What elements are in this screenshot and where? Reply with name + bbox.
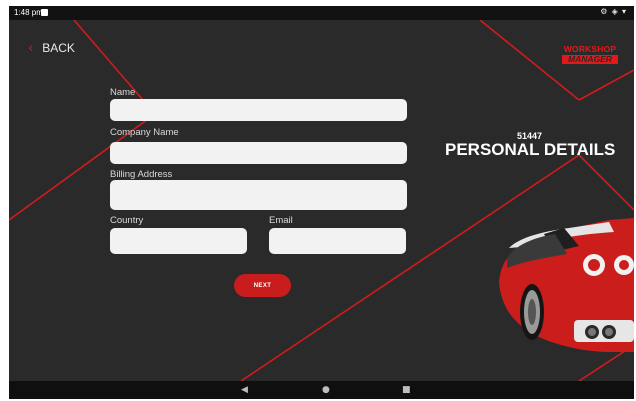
billing-address-label: Billing Address xyxy=(110,169,173,180)
workshop-manager-logo: WORKSHOP MANAGER xyxy=(562,45,618,64)
page-title: PERSONAL DETAILS xyxy=(445,140,616,159)
country-label: Country xyxy=(110,215,144,226)
logo-line-2: MANAGER xyxy=(562,55,618,64)
chevron-left-icon: ‹ xyxy=(28,40,34,56)
system-status-icons: ⚙ ◈ ▾ xyxy=(600,7,627,16)
nav-back-icon[interactable]: ◀ xyxy=(241,384,248,396)
name-label: Name xyxy=(110,87,136,98)
nav-recents-icon[interactable]: ■ xyxy=(402,384,411,396)
email-label: Email xyxy=(269,215,293,226)
system-nav-bar: ◀ ● ■ xyxy=(9,381,634,399)
back-button[interactable]: ‹ BACK xyxy=(28,41,75,55)
country-field[interactable] xyxy=(110,228,247,254)
app-screen: 1:48 pm ⚙ ◈ ▾ ‹ BACK WORKSHOP MANAGER 51… xyxy=(9,6,634,399)
status-bar: 1:48 pm ⚙ ◈ ▾ xyxy=(9,6,634,20)
red-car-image xyxy=(499,218,634,352)
name-field[interactable] xyxy=(110,99,407,121)
logo-line-1: WORKSHOP xyxy=(563,44,617,54)
back-label: BACK xyxy=(42,41,75,55)
nav-home-icon[interactable]: ● xyxy=(322,384,330,396)
status-time: 1:48 pm xyxy=(14,8,43,17)
next-button[interactable]: NEXT xyxy=(234,274,291,297)
notification-icon xyxy=(41,9,48,16)
company-name-field[interactable] xyxy=(110,142,407,164)
billing-address-field[interactable] xyxy=(110,180,407,210)
email-field[interactable] xyxy=(269,228,406,254)
company-name-label: Company Name xyxy=(110,127,179,138)
